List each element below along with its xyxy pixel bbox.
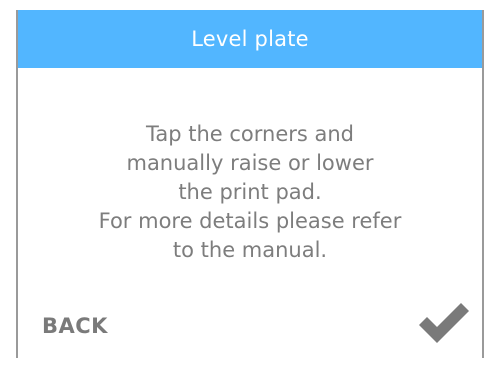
back-button[interactable]: BACK xyxy=(42,314,108,338)
instruction-line: Tap the corners and xyxy=(145,122,354,146)
header-bar: Level plate xyxy=(18,10,482,68)
instruction-message: Tap the corners and manually raise or lo… xyxy=(18,120,482,265)
checkmark-icon xyxy=(419,303,469,343)
instruction-line: to the manual. xyxy=(172,238,328,262)
instruction-line: the print pad. xyxy=(178,180,322,204)
confirm-button[interactable] xyxy=(416,300,472,346)
instruction-line: For more details please refer xyxy=(98,209,402,233)
instruction-line: manually raise or lower xyxy=(126,151,374,175)
page-title: Level plate xyxy=(191,27,309,51)
level-plate-screen: Level plate Tap the corners and manually… xyxy=(16,10,484,358)
